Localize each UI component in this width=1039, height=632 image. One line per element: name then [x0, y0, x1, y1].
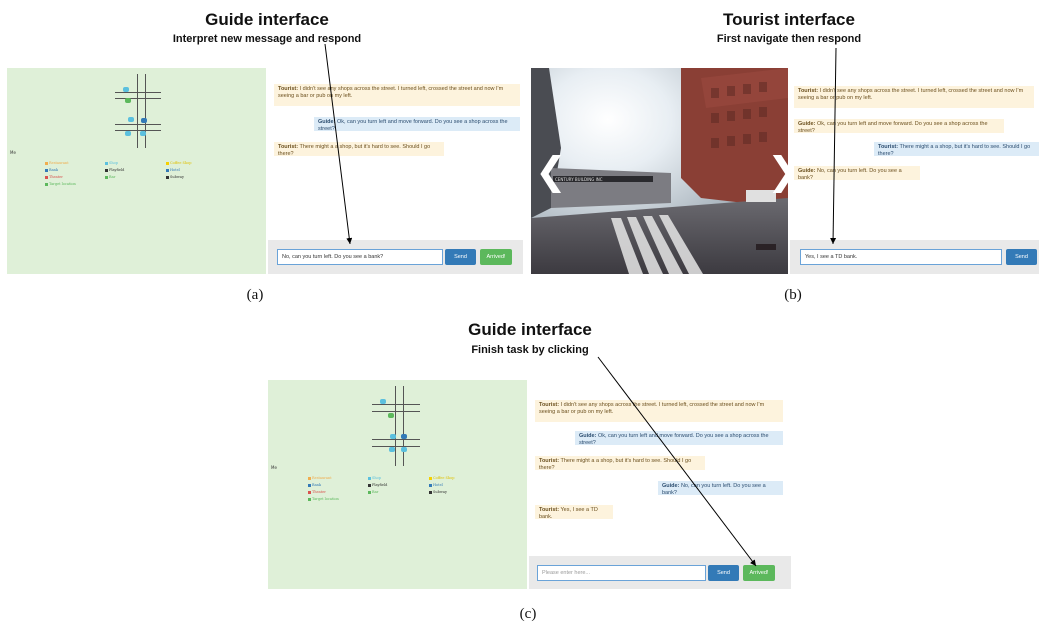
arrow-to-arrived-c	[597, 356, 757, 567]
arrow-to-input-b	[830, 47, 837, 245]
annotation-arrows	[324, 43, 837, 567]
arrow-to-input-a	[324, 43, 353, 245]
